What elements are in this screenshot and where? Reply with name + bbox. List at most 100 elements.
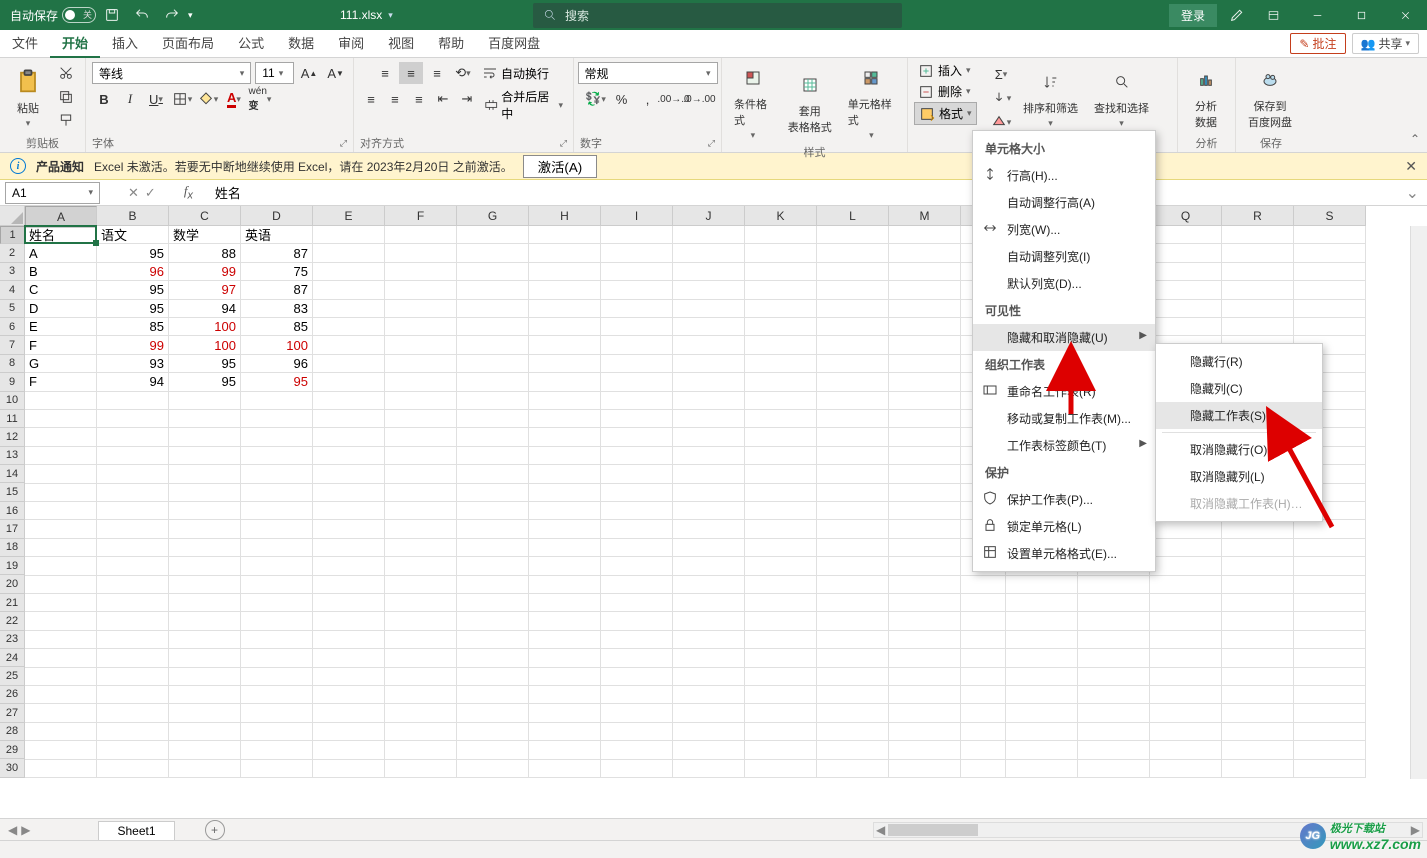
cell-data[interactable]: E: [25, 318, 97, 336]
cell[interactable]: [673, 244, 745, 262]
col-header-L[interactable]: L: [817, 206, 889, 226]
autosum-icon[interactable]: Σ▾: [989, 63, 1013, 85]
cell[interactable]: [313, 594, 385, 612]
cell[interactable]: [457, 318, 529, 336]
cell[interactable]: [313, 741, 385, 759]
cell[interactable]: [745, 410, 817, 428]
cancel-formula-icon[interactable]: ✕: [128, 185, 139, 201]
cell[interactable]: [1150, 557, 1222, 575]
cell[interactable]: [457, 760, 529, 778]
cell[interactable]: [817, 723, 889, 741]
cell[interactable]: [169, 502, 241, 520]
cell[interactable]: [817, 704, 889, 722]
cell-data[interactable]: 87: [241, 244, 313, 262]
cell[interactable]: [1222, 226, 1294, 244]
cell[interactable]: [817, 760, 889, 778]
cell[interactable]: [673, 465, 745, 483]
cell[interactable]: [745, 557, 817, 575]
italic-button[interactable]: I: [118, 88, 142, 110]
font-name-select[interactable]: 等线▾: [92, 62, 251, 84]
cell[interactable]: [241, 686, 313, 704]
cell[interactable]: [457, 465, 529, 483]
cell[interactable]: [529, 465, 601, 483]
cell[interactable]: [1150, 594, 1222, 612]
cell[interactable]: [961, 760, 1006, 778]
font-size-select[interactable]: 11▾: [255, 62, 294, 84]
cell[interactable]: [745, 520, 817, 538]
tab-视图[interactable]: 视图: [376, 30, 426, 58]
cell[interactable]: [817, 392, 889, 410]
cell[interactable]: [25, 576, 97, 594]
cell[interactable]: [313, 373, 385, 391]
cell[interactable]: [529, 281, 601, 299]
row-header-10[interactable]: 10: [0, 392, 25, 410]
cell-data[interactable]: 85: [97, 318, 169, 336]
phonetic-button[interactable]: wén变▾: [248, 88, 272, 110]
cell[interactable]: [889, 263, 961, 281]
merge-center-button[interactable]: 合并后居中▾: [480, 88, 567, 122]
delete-cells-button[interactable]: 删除▾: [914, 81, 977, 102]
cell[interactable]: [673, 723, 745, 741]
cell[interactable]: [889, 612, 961, 630]
cell[interactable]: [889, 741, 961, 759]
cell-data[interactable]: 95: [97, 281, 169, 299]
cell[interactable]: [601, 410, 673, 428]
cell[interactable]: [817, 447, 889, 465]
cell[interactable]: [385, 612, 457, 630]
increase-decimal-icon[interactable]: .00→.0: [662, 88, 686, 110]
cell[interactable]: [745, 631, 817, 649]
cell[interactable]: [313, 539, 385, 557]
cell[interactable]: [97, 502, 169, 520]
sort-filter-button[interactable]: 排序和筛选▾: [1017, 64, 1084, 131]
cell[interactable]: [601, 263, 673, 281]
cell[interactable]: [889, 723, 961, 741]
cell[interactable]: [457, 631, 529, 649]
cell[interactable]: [97, 392, 169, 410]
cell[interactable]: [385, 447, 457, 465]
cell[interactable]: [169, 392, 241, 410]
cell[interactable]: [1078, 576, 1150, 594]
cell[interactable]: [601, 576, 673, 594]
cell[interactable]: [529, 668, 601, 686]
cell[interactable]: [169, 557, 241, 575]
cell[interactable]: [1150, 226, 1222, 244]
cell[interactable]: [745, 704, 817, 722]
submenu-unhide-cols[interactable]: 取消隐藏列(L): [1156, 463, 1322, 490]
cell[interactable]: [745, 502, 817, 520]
activate-button[interactable]: 激活(A): [523, 155, 597, 178]
cell[interactable]: [1150, 760, 1222, 778]
cell[interactable]: [385, 465, 457, 483]
cell[interactable]: [817, 502, 889, 520]
cell[interactable]: [241, 502, 313, 520]
cell-data[interactable]: 75: [241, 263, 313, 281]
cell[interactable]: [169, 410, 241, 428]
cell[interactable]: [601, 612, 673, 630]
cell[interactable]: [241, 723, 313, 741]
cell[interactable]: [745, 318, 817, 336]
enter-formula-icon[interactable]: ✓: [145, 185, 156, 201]
cell[interactable]: [673, 520, 745, 538]
cell[interactable]: [25, 704, 97, 722]
cell[interactable]: [1150, 539, 1222, 557]
cell[interactable]: [241, 594, 313, 612]
cell[interactable]: [97, 447, 169, 465]
menu-default-col[interactable]: 默认列宽(D)...: [973, 270, 1155, 297]
row-header-5[interactable]: 5: [0, 300, 25, 318]
cell-styles-button[interactable]: 单元格样式▾: [842, 60, 901, 143]
cell-data[interactable]: 97: [169, 281, 241, 299]
cell[interactable]: [1006, 612, 1078, 630]
cell[interactable]: [1078, 631, 1150, 649]
menu-rename-sheet[interactable]: 重命名工作表(R): [973, 378, 1155, 405]
cell-data[interactable]: G: [25, 355, 97, 373]
cell[interactable]: [529, 557, 601, 575]
cell[interactable]: [529, 723, 601, 741]
cell[interactable]: [1222, 557, 1294, 575]
cell[interactable]: [1294, 263, 1366, 281]
cell[interactable]: [1150, 741, 1222, 759]
cell[interactable]: [817, 244, 889, 262]
cell[interactable]: [601, 557, 673, 575]
cell[interactable]: [889, 484, 961, 502]
cell[interactable]: [169, 539, 241, 557]
cell[interactable]: [673, 741, 745, 759]
cell[interactable]: [313, 631, 385, 649]
